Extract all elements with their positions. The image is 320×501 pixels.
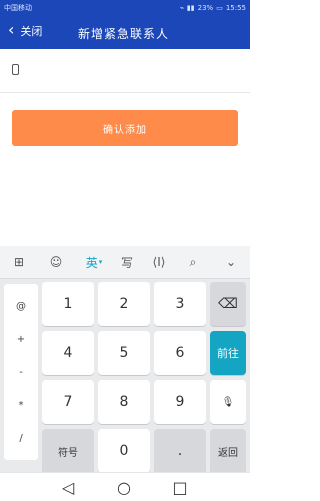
backspace-key[interactable]: ⌫ bbox=[210, 282, 246, 326]
key-2[interactable]: 2 bbox=[98, 282, 150, 326]
emoji-icon[interactable]: ☺ bbox=[45, 246, 67, 278]
microphone-icon: 🎙 bbox=[221, 396, 235, 408]
key-5[interactable]: 5 bbox=[98, 331, 150, 375]
battery-percent: 23% bbox=[197, 4, 214, 12]
key-7[interactable]: 7 bbox=[42, 380, 94, 424]
top-navigation: ‹ 关闭 新增紧急联系人 bbox=[0, 16, 250, 49]
close-label: 关闭 bbox=[20, 25, 43, 38]
cursor-move-icon[interactable]: ⟨I⟩ bbox=[148, 246, 170, 278]
carrier-text: 中国移动 bbox=[4, 4, 32, 12]
numeric-keyboard: ⊞ ☺ 英 ▾ 写 ⟨I⟩ ⌕ ⌄ @ + - * / 1 2 3 ⌫ 4 5 6… bbox=[0, 246, 250, 473]
handwriting-button[interactable]: 写 bbox=[116, 246, 138, 278]
page-title: 新增紧急联系人 bbox=[78, 27, 170, 41]
signal-icon: ▮▮ bbox=[186, 4, 195, 12]
language-toggle[interactable]: 英 ▾ bbox=[80, 246, 108, 278]
status-right: ⌁ ▮▮ 23% ▭ 15:55 bbox=[180, 4, 246, 12]
recents-square-icon[interactable]: □ bbox=[170, 477, 190, 497]
back-triangle-icon[interactable]: ◁ bbox=[58, 477, 78, 497]
close-button[interactable]: ‹ 关闭 bbox=[8, 20, 43, 39]
symbol-column: @ + - * / bbox=[4, 284, 38, 460]
system-navigation-bar: ◁ ○ □ bbox=[0, 472, 250, 501]
confirm-add-button[interactable]: 确认添加 bbox=[12, 110, 238, 146]
wifi-icon: ⌁ bbox=[179, 4, 184, 12]
backspace-icon: ⌫ bbox=[218, 296, 238, 312]
key-4[interactable]: 4 bbox=[42, 331, 94, 375]
symbol-slash[interactable]: / bbox=[4, 416, 38, 460]
collapse-icon[interactable]: ⌄ bbox=[220, 246, 242, 278]
phone-field-row bbox=[0, 50, 250, 93]
symbol-key[interactable]: 符号 bbox=[42, 429, 94, 473]
key-1[interactable]: 1 bbox=[42, 282, 94, 326]
return-key[interactable]: 返回 bbox=[210, 429, 246, 473]
status-time: 15:55 bbox=[225, 4, 246, 12]
battery-icon: ▭ bbox=[216, 4, 223, 12]
key-6[interactable]: 6 bbox=[154, 331, 206, 375]
dot-key[interactable]: . bbox=[154, 429, 206, 473]
home-circle-icon[interactable]: ○ bbox=[114, 477, 134, 497]
phone-icon bbox=[12, 64, 19, 75]
mic-key[interactable]: 🎙 bbox=[210, 380, 246, 424]
status-bar: 中国移动 ⌁ ▮▮ 23% ▭ 15:55 bbox=[0, 0, 250, 16]
key-8[interactable]: 8 bbox=[98, 380, 150, 424]
phone-input[interactable] bbox=[30, 60, 239, 82]
key-9[interactable]: 9 bbox=[154, 380, 206, 424]
chevron-left-icon: ‹ bbox=[8, 20, 15, 39]
key-0[interactable]: 0 bbox=[98, 429, 150, 473]
go-key[interactable]: 前往 bbox=[210, 331, 246, 375]
key-3[interactable]: 3 bbox=[154, 282, 206, 326]
search-icon[interactable]: ⌕ bbox=[182, 246, 204, 278]
keyboard-toolbar: ⊞ ☺ 英 ▾ 写 ⟨I⟩ ⌕ ⌄ bbox=[0, 246, 250, 279]
grid-icon[interactable]: ⊞ bbox=[8, 246, 30, 278]
